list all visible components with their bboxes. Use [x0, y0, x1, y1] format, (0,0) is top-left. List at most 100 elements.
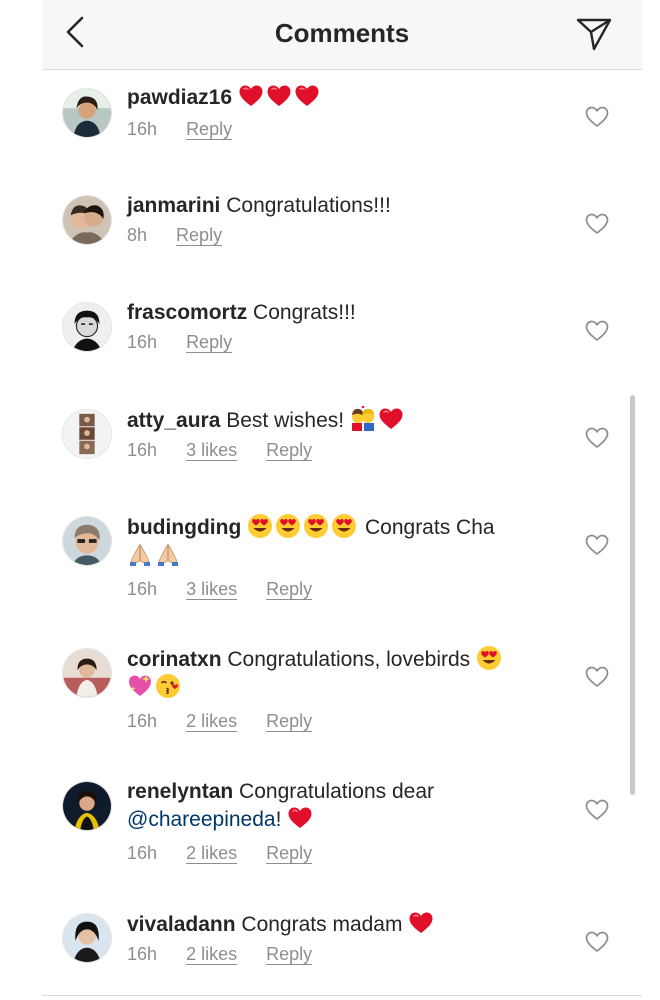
- comment-username[interactable]: budingding: [127, 516, 241, 539]
- like-button[interactable]: [585, 106, 609, 128]
- red-heart-emoji: [266, 83, 292, 109]
- like-button[interactable]: [585, 320, 609, 342]
- reply-button[interactable]: Reply: [266, 944, 312, 965]
- comment-punctuation: !: [275, 808, 282, 831]
- reply-button[interactable]: Reply: [266, 440, 312, 461]
- comment-meta: 16h 2 likes Reply: [127, 944, 557, 970]
- page-title: Comments: [274, 18, 410, 48]
- scrollbar[interactable]: [630, 395, 635, 795]
- comment-meta: 16h 3 likes Reply: [127, 440, 557, 466]
- kissing-face-emoji: [155, 673, 181, 699]
- heart-eyes-emoji: [247, 513, 273, 539]
- comment-meta: 16h 2 likes Reply: [127, 843, 557, 869]
- likes-count-link[interactable]: 2 likes: [186, 843, 237, 864]
- comment-username[interactable]: pawdiaz16: [127, 86, 232, 109]
- couple-kiss-emoji: [350, 406, 376, 432]
- comment-meta: 16h Reply: [127, 119, 557, 145]
- avatar[interactable]: [62, 913, 112, 963]
- divider: [42, 995, 642, 996]
- comment-text: corinatxn Congratulations, lovebirds: [127, 645, 557, 701]
- reply-button[interactable]: Reply: [176, 225, 222, 246]
- avatar[interactable]: [62, 516, 112, 566]
- avatar[interactable]: [62, 648, 112, 698]
- likes-count-link[interactable]: 2 likes: [186, 944, 237, 965]
- mention-link[interactable]: @chareepineda: [127, 808, 276, 831]
- like-button[interactable]: [585, 666, 609, 688]
- likes-count-link[interactable]: 3 likes: [186, 579, 237, 600]
- avatar[interactable]: [62, 302, 112, 352]
- comment-body: Congratulations!!!: [226, 194, 391, 217]
- likes-count-link[interactable]: 3 likes: [186, 440, 237, 461]
- comment-text: atty_aura Best wishes!: [127, 406, 557, 434]
- heart-eyes-emoji: [303, 513, 329, 539]
- heart-outline-icon: [585, 213, 609, 235]
- comment-time: 16h: [127, 440, 158, 460]
- heart-outline-icon: [585, 106, 609, 128]
- comment-meta: 16h 2 likes Reply: [127, 711, 557, 737]
- red-heart-emoji: [294, 83, 320, 109]
- like-button[interactable]: [585, 213, 609, 235]
- comment-body: Congrats madam: [241, 913, 403, 936]
- comment-text: janmarini Congratulations!!!: [127, 192, 557, 219]
- red-heart-emoji: [287, 805, 313, 831]
- comment-body: Congrats Cha: [364, 516, 495, 539]
- comment-meta: 8h Reply: [127, 225, 557, 251]
- heart-eyes-emoji: [476, 645, 502, 671]
- comment-text: pawdiaz16: [127, 83, 557, 111]
- comment-body: Congratulations dear: [239, 780, 435, 803]
- like-button[interactable]: [585, 427, 609, 449]
- red-heart-emoji: [378, 406, 404, 432]
- comment-text: renelyntan Congratulations dear @chareep…: [127, 778, 557, 833]
- likes-count-link[interactable]: 2 likes: [186, 711, 237, 732]
- like-button[interactable]: [585, 799, 609, 821]
- comment-body: Congrats!!!: [253, 301, 356, 324]
- reply-button[interactable]: Reply: [266, 843, 312, 864]
- heart-eyes-emoji: [275, 513, 301, 539]
- avatar[interactable]: [62, 781, 112, 831]
- share-button[interactable]: [574, 12, 614, 52]
- comment-username[interactable]: atty_aura: [127, 409, 220, 432]
- comment-meta: 16h 3 likes Reply: [127, 579, 557, 605]
- comment-body: Best wishes!: [226, 409, 345, 432]
- heart-outline-icon: [585, 534, 609, 556]
- red-heart-emoji: [408, 910, 434, 936]
- comment-time: 16h: [127, 332, 158, 352]
- comments-screen: Comments pawdiaz16 16h Reply janmarini C…: [42, 0, 642, 1000]
- heart-outline-icon: [585, 427, 609, 449]
- heart-eyes-emoji: [331, 513, 357, 539]
- comment-time: 16h: [127, 843, 158, 863]
- comment-time: 16h: [127, 711, 158, 731]
- reply-button[interactable]: Reply: [266, 579, 312, 600]
- heart-outline-icon: [585, 320, 609, 342]
- comment-time: 8h: [127, 225, 148, 245]
- folded-hands-emoji: [127, 541, 153, 567]
- red-heart-emoji: [238, 83, 264, 109]
- comment-time: 16h: [127, 119, 158, 139]
- comment-text: frascomortz Congrats!!!: [127, 299, 557, 326]
- comment-username[interactable]: frascomortz: [127, 301, 247, 324]
- avatar[interactable]: [62, 88, 112, 138]
- reply-button[interactable]: Reply: [186, 332, 232, 353]
- comment-time: 16h: [127, 944, 158, 964]
- like-button[interactable]: [585, 534, 609, 556]
- avatar[interactable]: [62, 409, 112, 459]
- comment-username[interactable]: vivaladann: [127, 913, 236, 936]
- folded-hands-emoji: [155, 541, 181, 567]
- sparkling-heart-emoji: [127, 673, 153, 699]
- comment-username[interactable]: renelyntan: [127, 780, 233, 803]
- comment-time: 16h: [127, 579, 158, 599]
- paper-plane-icon: [576, 18, 612, 51]
- comment-body: Congratulations, lovebirds: [227, 648, 471, 671]
- comment-text: vivaladann Congrats madam: [127, 910, 557, 938]
- header-bar: Comments: [42, 0, 642, 70]
- comment-meta: 16h Reply: [127, 332, 557, 358]
- comment-username[interactable]: corinatxn: [127, 648, 222, 671]
- reply-button[interactable]: Reply: [186, 119, 232, 140]
- comment-text: budingding Congrats Cha: [127, 513, 557, 569]
- reply-button[interactable]: Reply: [266, 711, 312, 732]
- heart-outline-icon: [585, 799, 609, 821]
- like-button[interactable]: [585, 931, 609, 953]
- avatar[interactable]: [62, 195, 112, 245]
- heart-outline-icon: [585, 931, 609, 953]
- comment-username[interactable]: janmarini: [127, 194, 220, 217]
